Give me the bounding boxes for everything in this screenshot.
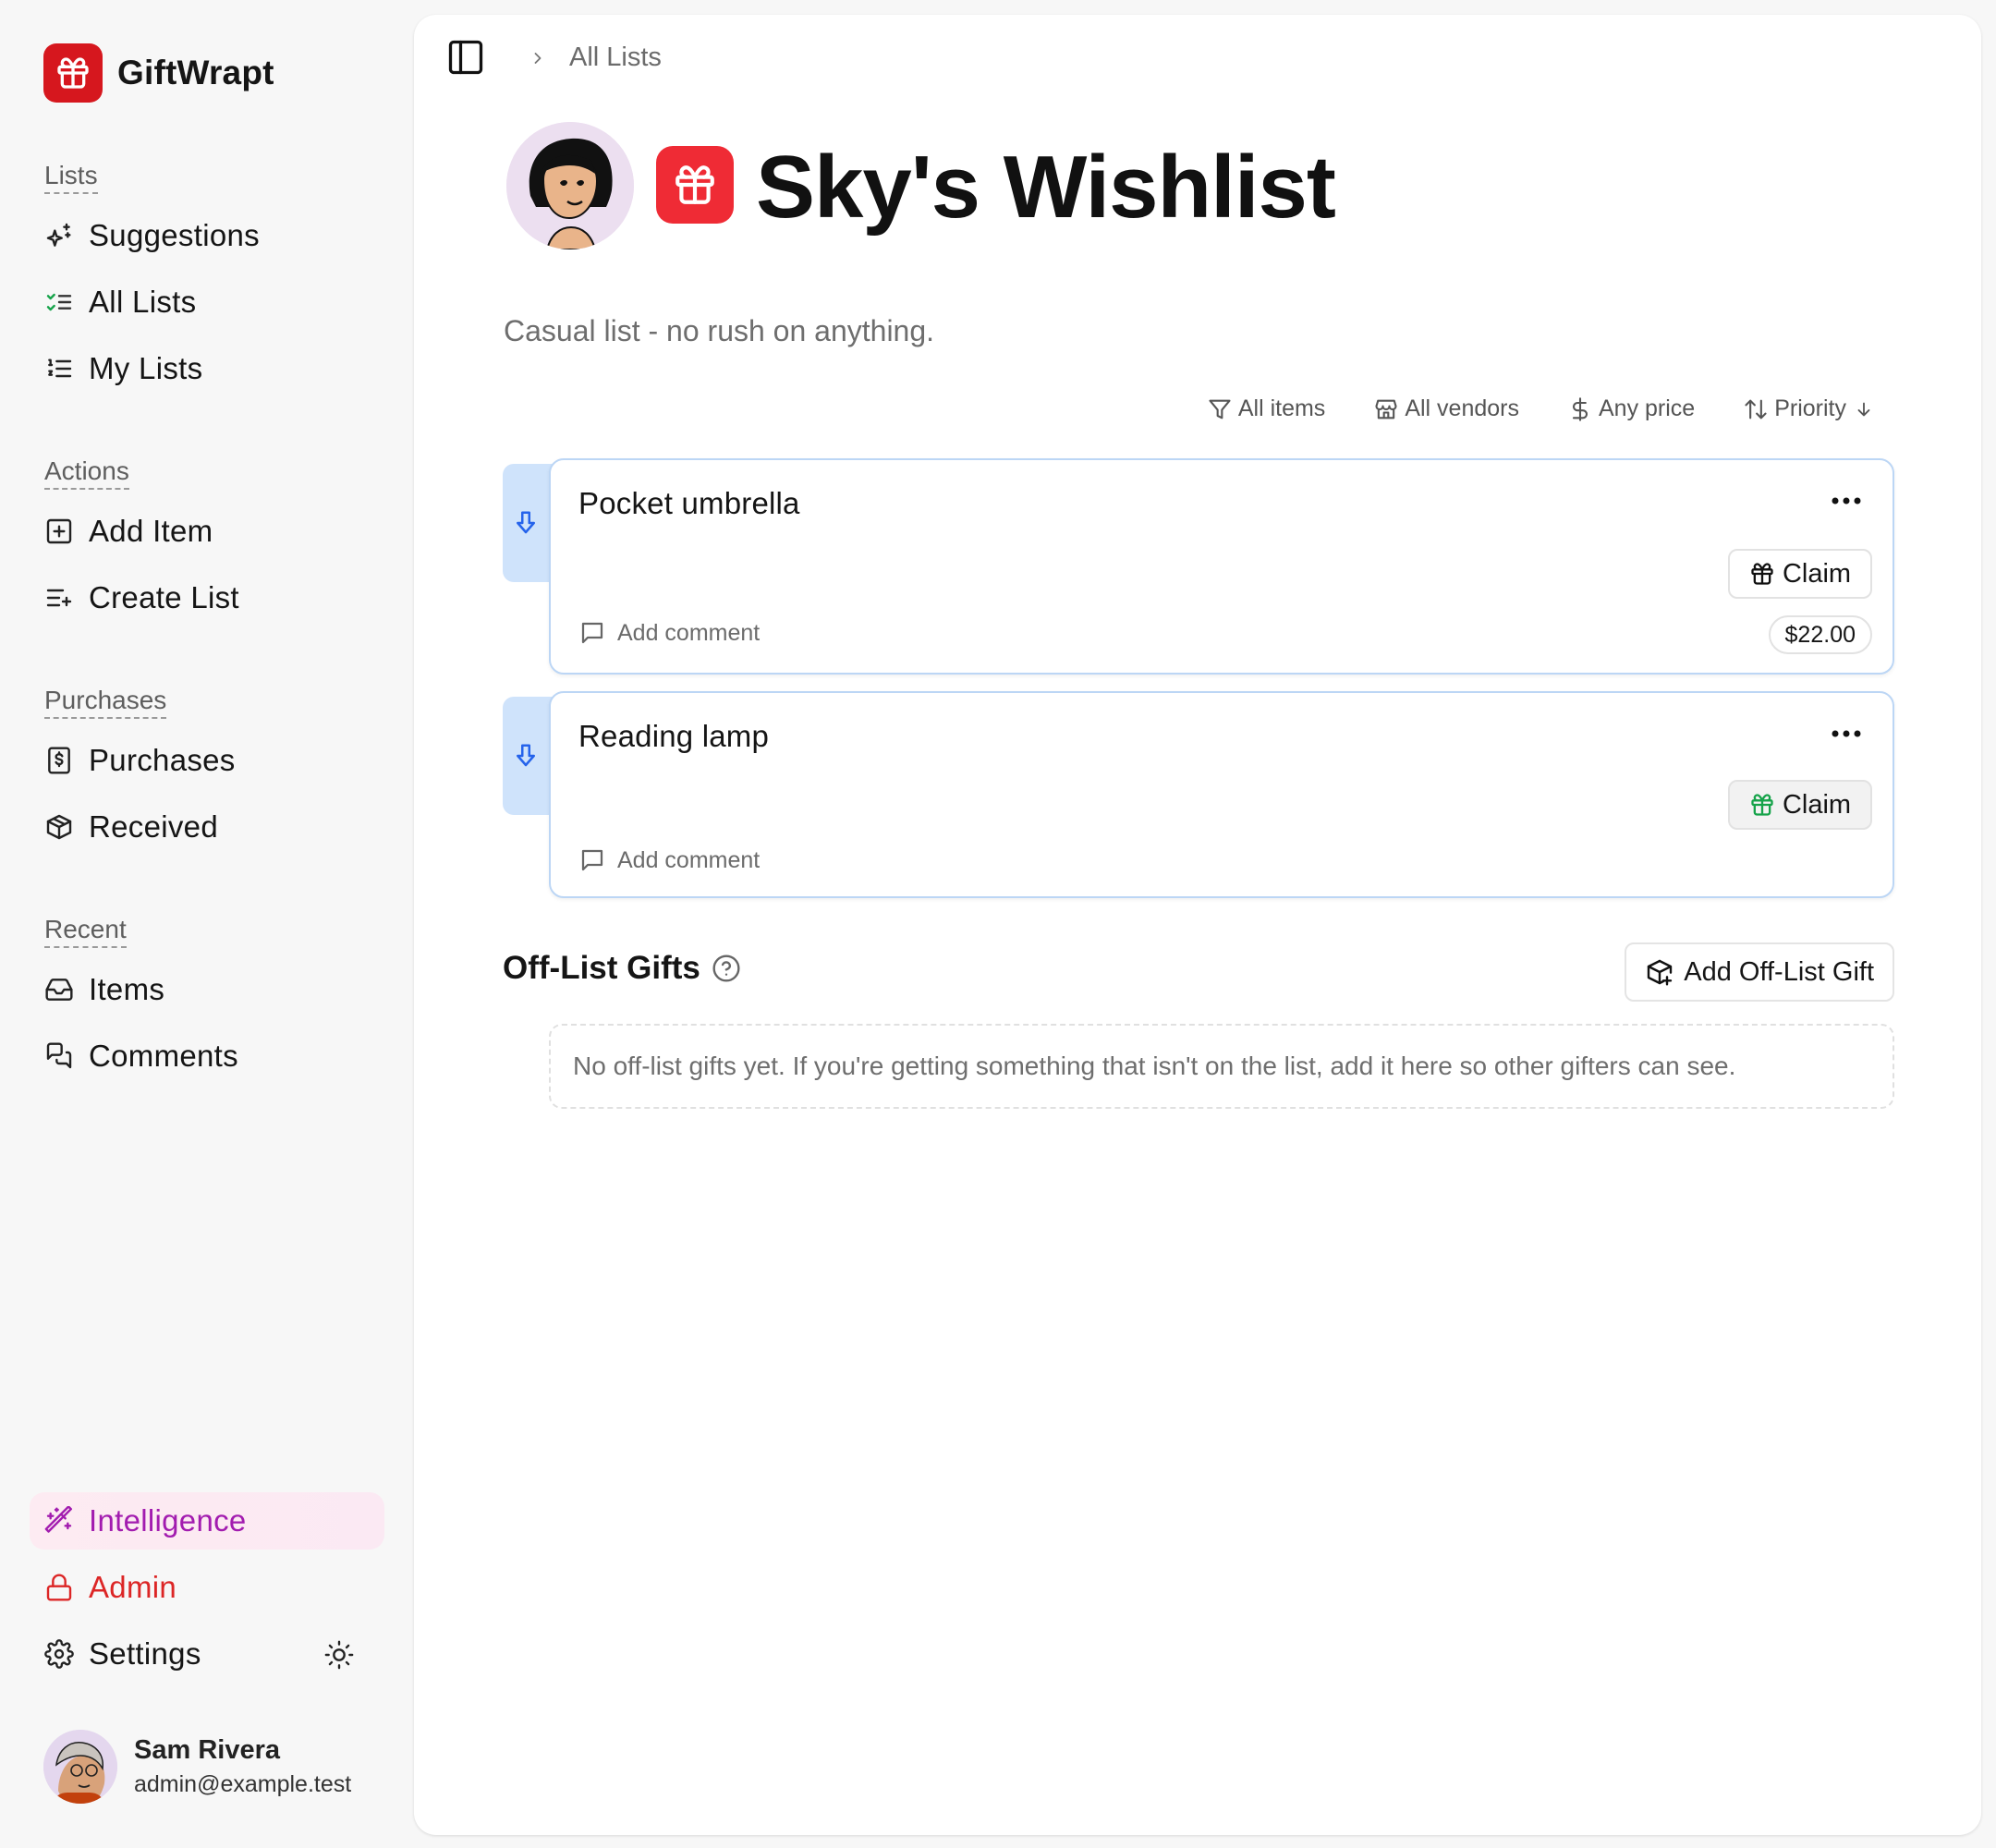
item-card[interactable]: Reading lamp Claim Add comment <box>549 691 1894 898</box>
sidebar-item-label: Intelligence <box>89 1503 247 1538</box>
page-title: Sky's Wishlist <box>756 138 1336 237</box>
plus-square-icon <box>44 517 74 546</box>
sidebar-item-comments[interactable]: Comments <box>30 1027 384 1085</box>
list-gift-icon <box>656 146 734 224</box>
magic-wand-icon <box>44 1506 74 1536</box>
offlist-heading: Off-List Gifts <box>503 950 741 987</box>
user-email: admin@example.test <box>134 1771 352 1797</box>
gift-icon <box>43 43 103 103</box>
list-plus-icon <box>44 583 74 613</box>
add-comment-button[interactable]: Add comment <box>578 619 760 647</box>
sidebar-item-label: Settings <box>89 1636 201 1671</box>
section-label-recent: Recent <box>44 915 127 948</box>
sidebar-item-my-lists[interactable]: My Lists <box>30 340 384 397</box>
comment-icon <box>578 619 606 647</box>
filter-price[interactable]: Any price <box>1567 395 1695 422</box>
sidebar-item-purchases[interactable]: Purchases <box>30 732 384 789</box>
list-description: Casual list - no rush on anything. <box>504 314 935 347</box>
owner-avatar <box>506 122 634 249</box>
claim-label: Claim <box>1782 558 1852 589</box>
item-name: Pocket umbrella <box>578 486 800 520</box>
sidebar-item-label: Purchases <box>89 743 236 777</box>
add-comment-label: Add comment <box>617 619 761 646</box>
inbox-icon <box>44 975 74 1004</box>
sidebar-item-label: My Lists <box>89 351 203 385</box>
sort-priority[interactable]: Priority <box>1743 395 1874 422</box>
sidebar-item-create-list[interactable]: Create List <box>30 569 384 626</box>
user-profile[interactable]: Sam Rivera admin@example.test <box>43 1730 351 1804</box>
store-icon <box>1373 396 1399 422</box>
sun-icon[interactable] <box>323 1639 355 1671</box>
sidebar-item-add-item[interactable]: Add Item <box>30 503 384 560</box>
arrow-down-priority-icon <box>512 509 540 537</box>
more-options-icon[interactable] <box>1828 493 1865 508</box>
list-checks-icon <box>44 287 74 317</box>
comment-icon <box>578 846 606 874</box>
claim-label: Claim <box>1782 789 1852 820</box>
section-label-lists: Lists <box>44 161 98 194</box>
filter-bar: All items All vendors Any price Priority <box>1159 395 1874 422</box>
claim-button[interactable]: Claim <box>1728 780 1872 830</box>
gear-icon <box>44 1639 74 1669</box>
sidebar-item-admin[interactable]: Admin <box>30 1559 384 1616</box>
sidebar-item-label: Admin <box>89 1570 177 1604</box>
app-name: GiftWrapt <box>117 54 274 91</box>
add-offlist-gift-label: Add Off-List Gift <box>1684 956 1874 987</box>
package-icon <box>44 812 74 842</box>
sidebar-item-label: Add Item <box>89 514 213 548</box>
filter-vendors-label: All vendors <box>1405 395 1519 421</box>
sidebar-item-all-lists[interactable]: All Lists <box>30 274 384 331</box>
avatar <box>43 1730 117 1804</box>
item-card[interactable]: Pocket umbrella Claim $22.00 Add comment <box>549 458 1894 675</box>
filter-price-label: Any price <box>1598 395 1696 421</box>
receipt-dollar-icon <box>44 746 74 775</box>
sidebar-item-label: Received <box>89 809 218 844</box>
gift-icon <box>1749 561 1775 587</box>
sidebar-item-suggestions[interactable]: Suggestions <box>30 207 384 264</box>
filter-items[interactable]: All items <box>1207 395 1325 422</box>
sort-arrows-icon <box>1743 396 1769 422</box>
user-name: Sam Rivera <box>134 1735 280 1765</box>
sidebar: GiftWrapt Lists Suggestions All Lists My… <box>0 0 414 1848</box>
filter-icon <box>1207 396 1233 422</box>
filter-vendors[interactable]: All vendors <box>1373 395 1519 422</box>
main-panel: All Lists Sky's Wishlist Casual list - n… <box>414 15 1981 1835</box>
section-label-purchases: Purchases <box>44 686 167 719</box>
sidebar-item-label: Comments <box>89 1039 238 1073</box>
gift-icon <box>1749 792 1775 818</box>
breadcrumb-current[interactable]: All Lists <box>569 43 662 73</box>
add-comment-button[interactable]: Add comment <box>578 846 760 874</box>
section-label-actions: Actions <box>44 456 129 490</box>
offlist-empty-state: No off-list gifts yet. If you're getting… <box>549 1024 1894 1109</box>
brand[interactable]: GiftWrapt <box>43 43 274 103</box>
messages-icon <box>44 1041 74 1071</box>
item-name: Reading lamp <box>578 719 770 753</box>
package-plus-icon <box>1645 957 1674 987</box>
lock-icon <box>44 1573 74 1602</box>
sidebar-item-items[interactable]: Items <box>30 961 384 1018</box>
arrow-down-icon <box>1854 399 1874 419</box>
help-circle-icon[interactable] <box>712 954 741 983</box>
sparkles-icon <box>44 221 74 250</box>
price-badge: $22.00 <box>1768 615 1872 654</box>
filter-items-label: All items <box>1237 395 1326 421</box>
more-options-icon[interactable] <box>1828 726 1865 741</box>
sidebar-item-label: Create List <box>89 580 239 614</box>
chevron-right-icon <box>529 49 547 67</box>
add-comment-label: Add comment <box>617 846 761 873</box>
dollar-icon <box>1567 396 1593 422</box>
add-offlist-gift-button[interactable]: Add Off-List Gift <box>1625 942 1894 1002</box>
claim-button[interactable]: Claim <box>1728 549 1872 599</box>
sidebar-item-label: Suggestions <box>89 218 260 252</box>
list-ordered-icon <box>44 354 74 383</box>
sidebar-item-label: Items <box>89 972 165 1006</box>
sort-priority-label: Priority <box>1774 395 1846 421</box>
sidebar-item-label: All Lists <box>89 285 197 319</box>
sidebar-toggle-icon[interactable] <box>445 37 486 78</box>
sidebar-item-received[interactable]: Received <box>30 798 384 856</box>
sidebar-item-intelligence[interactable]: Intelligence <box>30 1492 384 1550</box>
arrow-down-priority-icon <box>512 742 540 770</box>
sidebar-item-settings[interactable]: Settings <box>30 1625 384 1683</box>
offlist-title: Off-List Gifts <box>503 950 700 986</box>
